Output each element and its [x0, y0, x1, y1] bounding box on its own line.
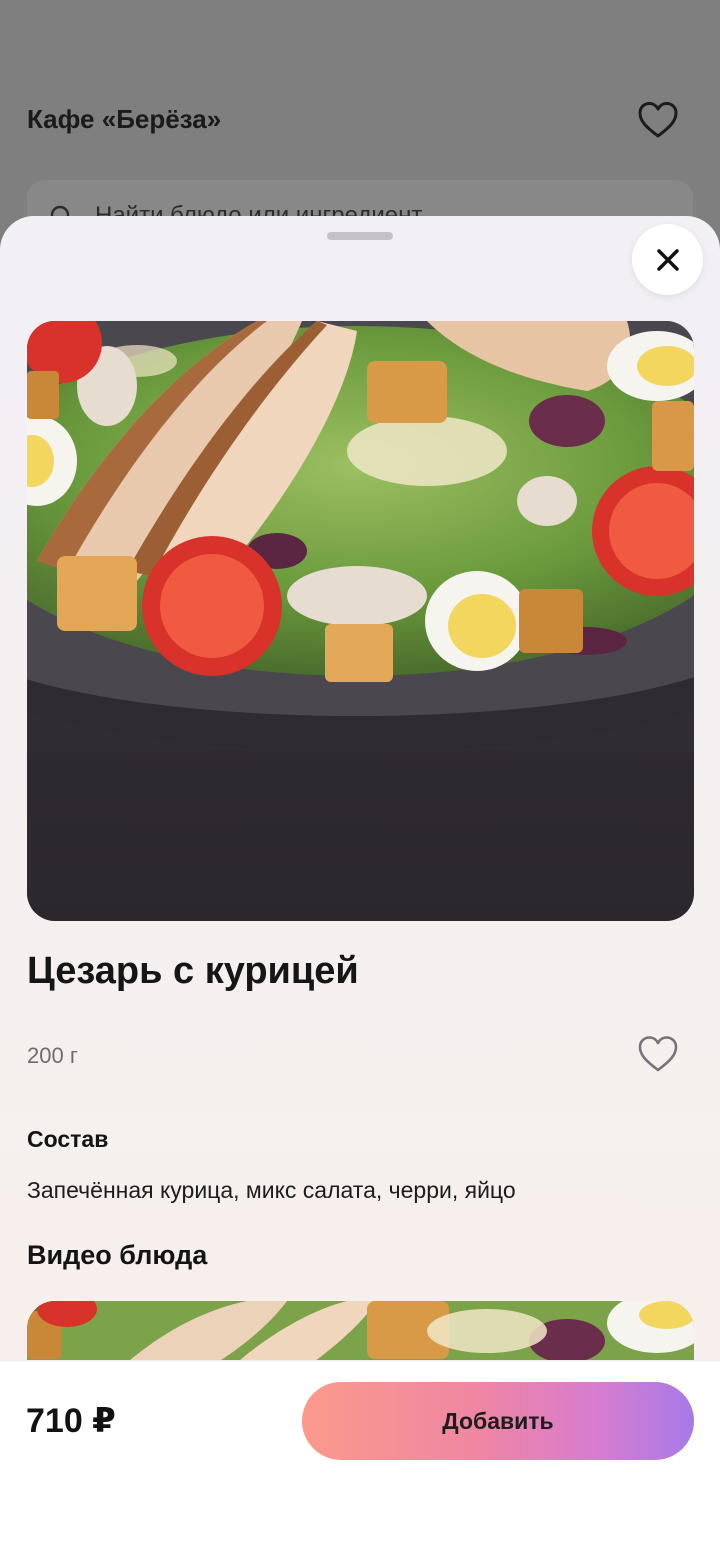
dish-name: Цезарь с курицей: [27, 950, 359, 992]
video-title: Видео блюда: [27, 1240, 208, 1270]
price: 710 ₽: [26, 1402, 116, 1440]
composition-title: Состав: [27, 1126, 109, 1152]
sheet-grabber[interactable]: [327, 232, 393, 240]
dish-weight: 200 г: [27, 1043, 78, 1068]
heart-icon[interactable]: [636, 100, 680, 140]
dish-photo: [27, 321, 694, 921]
composition-text: Запечённая курица, микс салата, черри, я…: [27, 1177, 516, 1203]
bottom-bar: 710 ₽ Добавить: [0, 1360, 720, 1541]
close-icon: [656, 248, 679, 271]
close-button[interactable]: [632, 224, 703, 295]
cafe-title: Кафе «Берёза»: [27, 104, 222, 134]
dish-detail-sheet: Цезарь с курицей 200 г Состав Запечённая…: [0, 216, 720, 1541]
favorite-heart-icon[interactable]: [636, 1034, 680, 1074]
add-button[interactable]: Добавить: [302, 1382, 694, 1460]
